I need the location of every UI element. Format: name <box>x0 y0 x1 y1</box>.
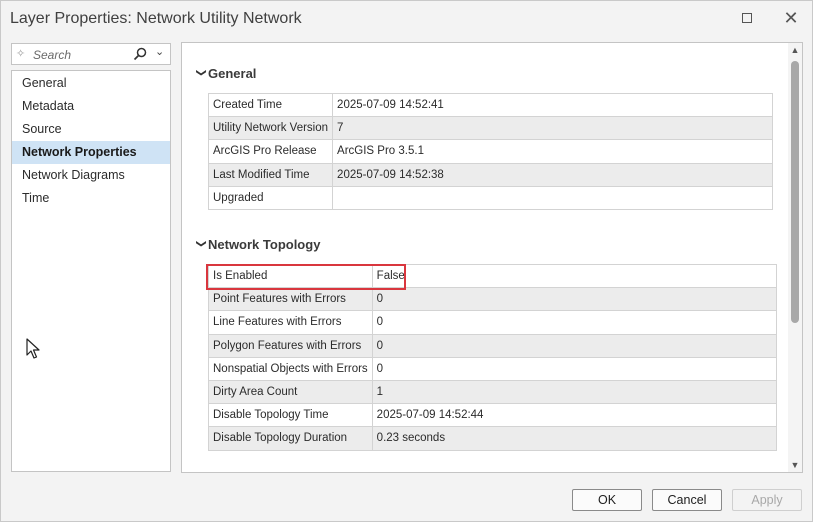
table-row: Last Modified Time 2025-07-09 14:52:38 <box>207 162 774 187</box>
property-value: 0 <box>371 287 777 312</box>
layer-properties-dialog: Layer Properties: Network Utility Networ… <box>0 0 813 522</box>
table-row: Is Enabled False <box>208 263 777 289</box>
apply-button[interactable]: Apply <box>732 489 802 511</box>
ok-button[interactable]: OK <box>572 489 642 511</box>
table-row: Nonspatial Objects with Errors 0 <box>208 356 777 381</box>
close-icon: ✕ <box>783 7 799 28</box>
chevron-down-icon: ❯ <box>195 239 207 248</box>
property-value: 0.23 seconds <box>371 426 777 451</box>
property-value: ArcGIS Pro 3.5.1 <box>332 139 774 164</box>
property-value: 2025-07-09 14:52:41 <box>332 92 774 118</box>
table-row: Created Time 2025-07-09 14:52:41 <box>207 92 774 118</box>
property-value: 0 <box>371 310 777 335</box>
search-icon[interactable] <box>132 46 148 62</box>
chevron-down-icon: ❯ <box>195 68 207 77</box>
table-row: Disable Topology Duration 0.23 seconds <box>208 426 777 451</box>
property-value: 1 <box>371 379 777 405</box>
nav-item-network-diagrams[interactable]: Network Diagrams <box>12 164 170 187</box>
cancel-button[interactable]: Cancel <box>652 489 722 511</box>
network-topology-section-title: Network Topology <box>208 237 321 252</box>
property-name: Polygon Features with Errors <box>208 333 373 358</box>
property-value: 0 <box>371 333 777 358</box>
table-row: Utility Network Version 7 <box>207 116 774 141</box>
table-row: Dirty Area Count 1 <box>208 379 777 405</box>
property-value: 7 <box>332 116 774 141</box>
property-name: Disable Topology Duration <box>208 426 373 451</box>
search-box[interactable]: ✧ Search ⌄ <box>11 43 171 65</box>
property-name: Nonspatial Objects with Errors <box>208 356 373 381</box>
title-bar: Layer Properties: Network Utility Networ… <box>1 1 812 37</box>
table-row: Upgraded <box>207 185 774 210</box>
property-value: 2025-07-09 14:52:44 <box>371 403 777 428</box>
dialog-title: Layer Properties: Network Utility Networ… <box>10 10 302 27</box>
general-section-title: General <box>208 66 257 81</box>
vertical-scrollbar[interactable]: ▲ ▼ <box>788 43 802 472</box>
search-placeholder: Search <box>33 48 72 62</box>
property-name: ArcGIS Pro Release <box>207 139 334 164</box>
property-name: Point Features with Errors <box>208 287 373 312</box>
close-button[interactable]: ✕ <box>779 7 803 29</box>
network-topology-section-header[interactable]: ❯ Network Topology <box>195 237 321 252</box>
property-name: Utility Network Version <box>207 116 334 141</box>
table-row: Line Features with Errors 0 <box>208 310 777 335</box>
property-value: 0 <box>371 356 777 381</box>
sparkle-icon: ✧ <box>16 48 26 60</box>
nav-item-time[interactable]: Time <box>12 187 170 210</box>
nav-item-metadata[interactable]: Metadata <box>12 95 170 118</box>
property-name: Is Enabled <box>208 263 373 289</box>
nav-item-network-properties[interactable]: Network Properties <box>12 141 170 164</box>
table-row: Polygon Features with Errors 0 <box>208 333 777 358</box>
chevron-down-icon[interactable]: ⌄ <box>155 45 164 58</box>
table-row: ArcGIS Pro Release ArcGIS Pro 3.5.1 <box>207 139 774 164</box>
property-name: Dirty Area Count <box>208 379 373 405</box>
property-value: False <box>371 263 777 289</box>
table-row: Disable Topology Time 2025-07-09 14:52:4… <box>208 403 777 428</box>
property-name: Upgraded <box>207 185 334 210</box>
nav-item-general[interactable]: General <box>12 72 170 95</box>
properties-content-panel: ❯ General Created Time 2025-07-09 14:52:… <box>181 42 803 473</box>
general-section-header[interactable]: ❯ General <box>195 66 257 81</box>
property-pages-list: General Metadata Source Network Properti… <box>11 70 171 472</box>
property-name: Created Time <box>207 92 334 118</box>
property-name: Disable Topology Time <box>208 403 373 428</box>
table-row: Point Features with Errors 0 <box>208 287 777 312</box>
scrollbar-thumb[interactable] <box>791 61 799 323</box>
nav-item-source[interactable]: Source <box>12 118 170 141</box>
property-value <box>332 185 774 210</box>
mouse-pointer-icon <box>26 338 40 359</box>
property-name: Line Features with Errors <box>208 310 373 335</box>
maximize-button[interactable] <box>735 7 759 29</box>
general-properties-table: Created Time 2025-07-09 14:52:41 Utility… <box>207 92 774 210</box>
scroll-down-icon[interactable]: ▼ <box>790 460 800 470</box>
maximize-icon <box>742 13 752 23</box>
network-topology-table: Is Enabled False Point Features with Err… <box>208 263 777 451</box>
property-name: Last Modified Time <box>207 162 334 187</box>
scroll-up-icon[interactable]: ▲ <box>790 45 800 55</box>
property-value: 2025-07-09 14:52:38 <box>332 162 774 187</box>
